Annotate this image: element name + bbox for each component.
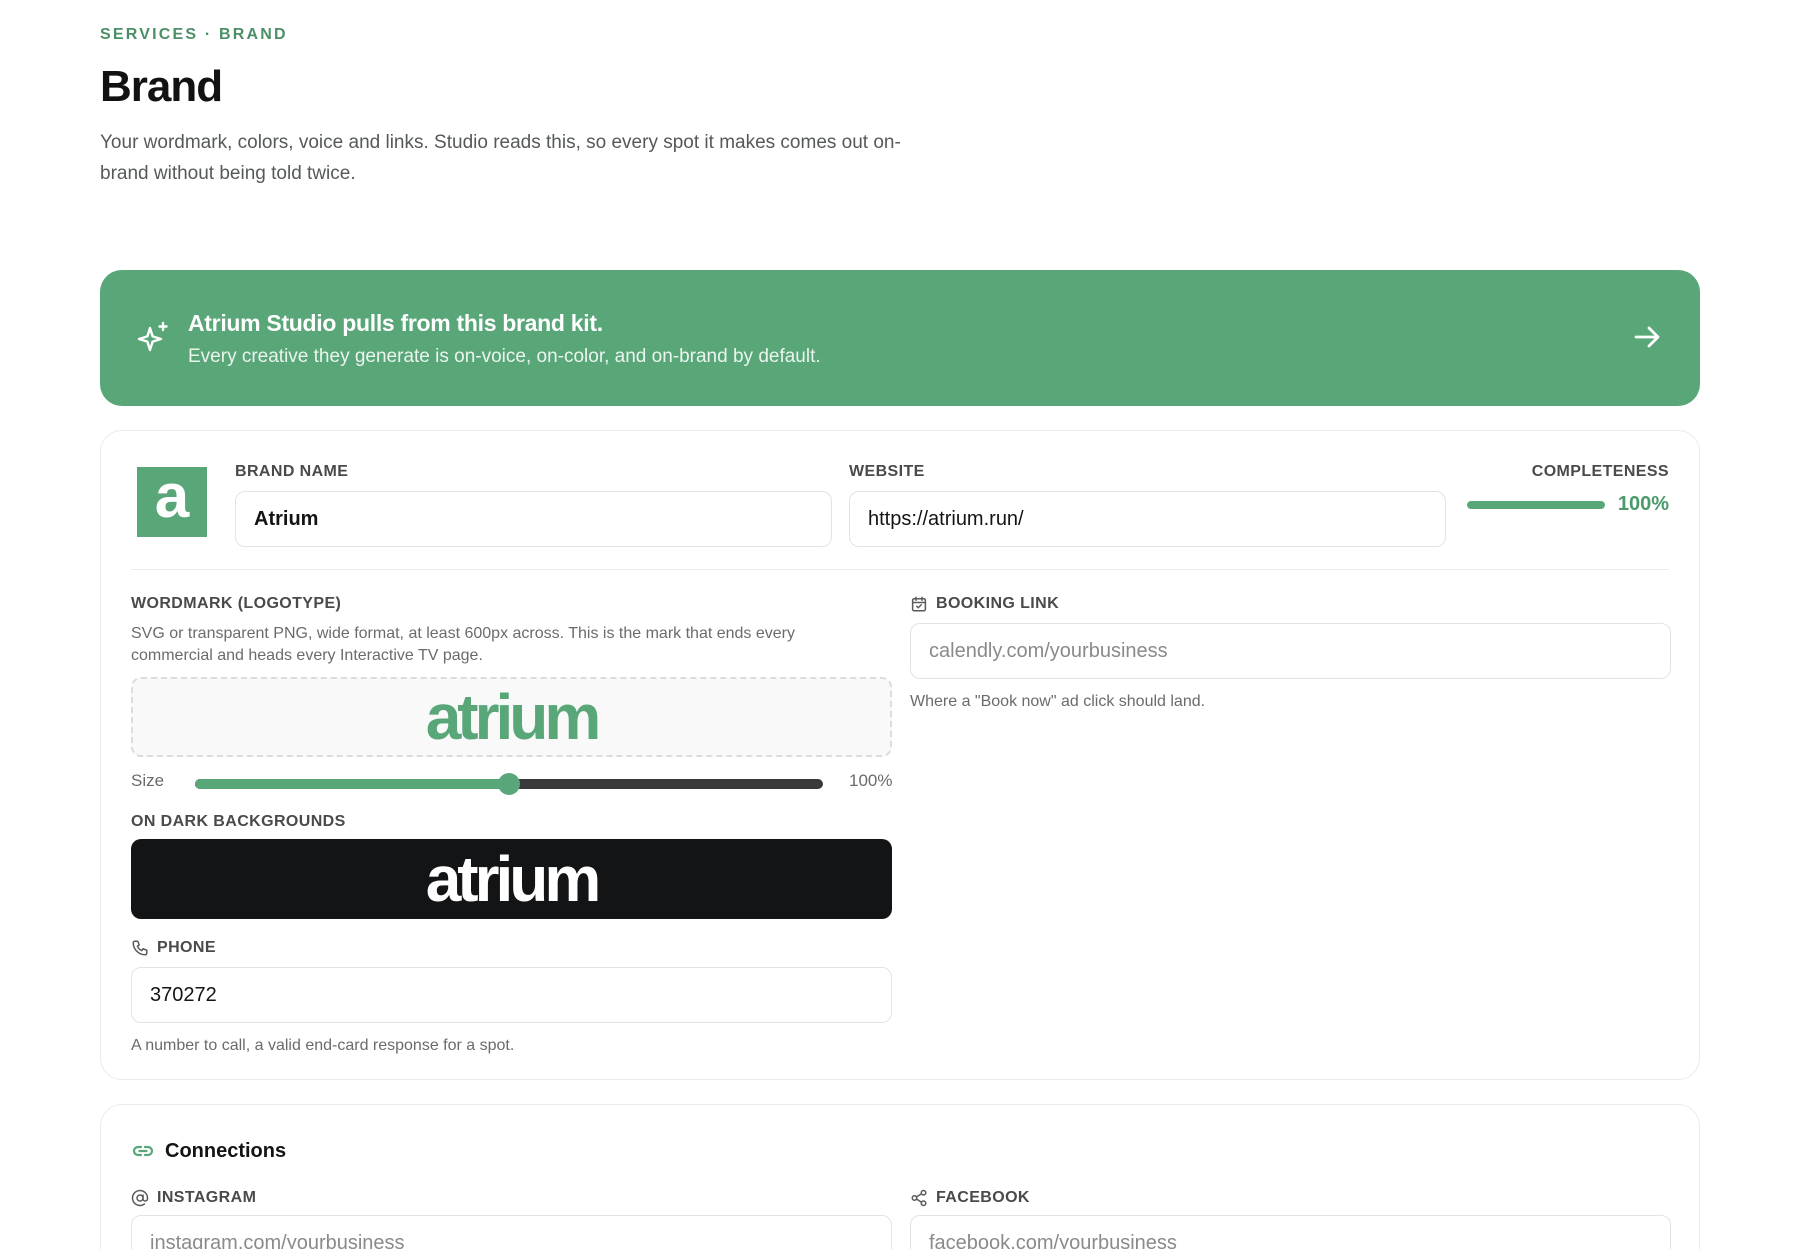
- connections-title: Connections: [165, 1139, 287, 1162]
- dark-wordmark-preview[interactable]: atrium: [131, 839, 892, 919]
- brand-name-input[interactable]: [235, 491, 832, 547]
- completeness-bar: [1467, 501, 1605, 509]
- booking-label: BOOKING LINK: [936, 595, 1060, 612]
- slider-thumb[interactable]: [498, 773, 520, 795]
- website-input[interactable]: [849, 491, 1446, 547]
- phone-help: A number to call, a valid end-card respo…: [131, 1037, 515, 1054]
- instagram-label-row: INSTAGRAM: [131, 1189, 256, 1207]
- phone-label: PHONE: [157, 939, 216, 956]
- brand-name-label: BRAND NAME: [235, 463, 349, 480]
- booking-link-input[interactable]: [910, 623, 1671, 679]
- share-icon: [911, 1189, 927, 1207]
- connections-header: Connections: [131, 1139, 286, 1163]
- completeness-label: COMPLETENESS: [1531, 463, 1669, 480]
- booking-label-row: BOOKING LINK: [910, 595, 1059, 613]
- link-icon: [132, 1145, 154, 1157]
- phone-input[interactable]: [131, 967, 892, 1023]
- dark-wordmark-text: atrium: [425, 843, 602, 915]
- page-description: Your wordmark, colors, voice and links. …: [100, 132, 901, 184]
- brand-logo-letter: a: [154, 462, 190, 531]
- wordmark-label: WORDMARK (LOGOTYPE): [131, 595, 342, 612]
- size-label: Size: [131, 771, 165, 790]
- sparkle-icon: [137, 321, 168, 352]
- instagram-label: INSTAGRAM: [157, 1189, 257, 1206]
- arrow-right-icon[interactable]: [1630, 320, 1664, 354]
- completeness-value: 100%: [1617, 493, 1669, 515]
- website-label: WEBSITE: [849, 463, 925, 480]
- slider-fill: [195, 779, 509, 789]
- wordmark-size-slider[interactable]: [195, 773, 823, 795]
- completeness-bar-fill: [1467, 501, 1605, 509]
- banner-title: Atrium Studio pulls from this brand kit.: [188, 310, 603, 336]
- size-value: 100%: [849, 771, 893, 790]
- facebook-label-row: FACEBOOK: [910, 1189, 1030, 1207]
- brand-kit-card: a BRAND NAME WEBSITE COMPLETENESS 100% W…: [100, 430, 1700, 1080]
- wordmark-help: SVG or transparent PNG, wide format, at …: [131, 625, 795, 664]
- facebook-label: FACEBOOK: [936, 1189, 1030, 1206]
- breadcrumb: SERVICES · BRAND: [100, 26, 288, 43]
- studio-banner[interactable]: Atrium Studio pulls from this brand kit.…: [100, 270, 1700, 406]
- page-title: Brand: [100, 62, 223, 111]
- connections-card: Connections INSTAGRAM FACEBOOK: [100, 1104, 1700, 1249]
- calendar-icon: [911, 596, 927, 612]
- brand-logo-tile[interactable]: a: [137, 462, 207, 537]
- at-sign-icon: [131, 1189, 149, 1207]
- banner-subtitle: Every creative they generate is on-voice…: [188, 346, 821, 367]
- phone-icon: [132, 940, 148, 956]
- phone-label-row: PHONE: [131, 939, 216, 957]
- section-divider: [131, 569, 1669, 570]
- dark-backgrounds-label: ON DARK BACKGROUNDS: [131, 813, 346, 830]
- booking-help: Where a "Book now" ad click should land.: [910, 693, 1206, 710]
- facebook-input[interactable]: [910, 1215, 1671, 1249]
- wordmark-dropzone[interactable]: atrium: [131, 677, 892, 757]
- instagram-input[interactable]: [131, 1215, 892, 1249]
- wordmark-preview: atrium: [425, 681, 602, 753]
